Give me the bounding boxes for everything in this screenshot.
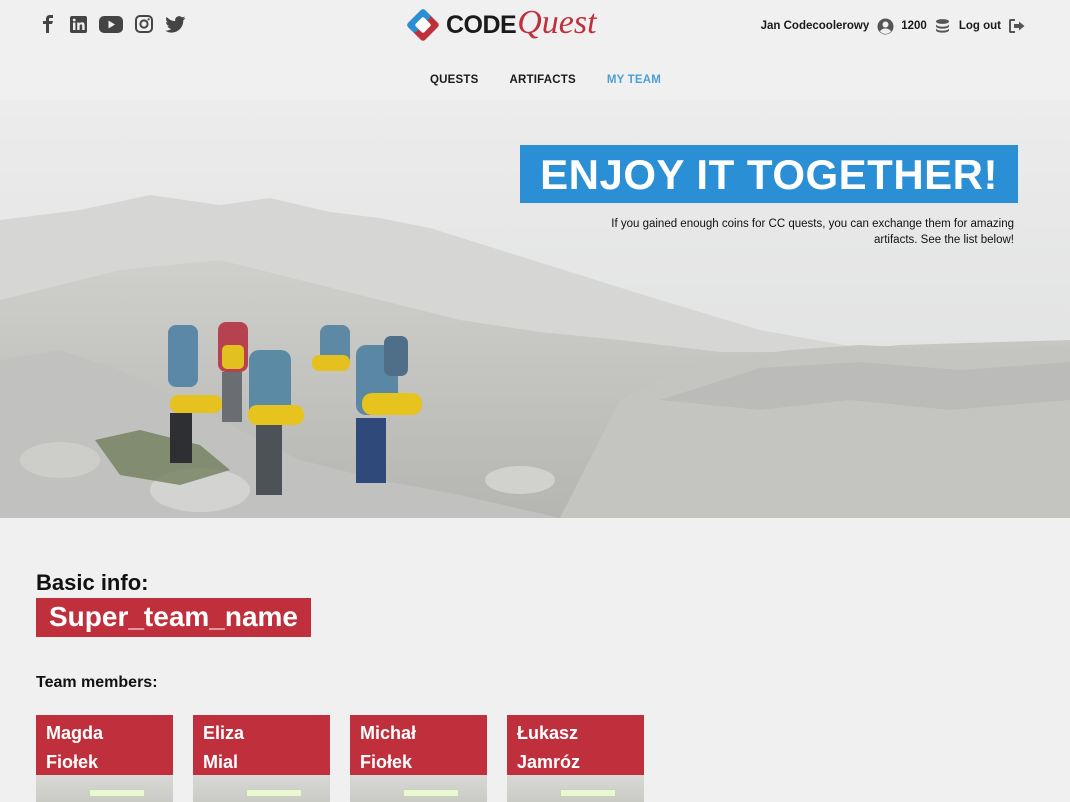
member-card[interactable]: Magda Fiołek (36, 715, 173, 802)
member-first-name: Łukasz (517, 723, 579, 743)
member-first-name: Michał (360, 723, 417, 743)
logout-link[interactable]: Log out (959, 20, 1001, 32)
nav-my-team[interactable]: MY TEAM (607, 74, 661, 86)
team-name-badge: Super_team_name (36, 598, 312, 637)
site-header: CODE Quest Jan Codecoolerowy 1200 Log ou… (0, 0, 1070, 100)
user-icon (876, 17, 894, 35)
nav-artifacts[interactable]: ARTIFACTS (510, 74, 576, 86)
team-members-heading: Team members: (36, 674, 158, 691)
linkedin-icon[interactable] (68, 14, 88, 34)
main-nav: QUESTS ARTIFACTS MY TEAM (430, 74, 661, 86)
member-last-name: Jamróz (517, 752, 581, 772)
logo-code-text: CODE (446, 10, 517, 39)
user-name[interactable]: Jan Codecoolerowy (761, 20, 870, 32)
member-name: Łukasz Jamróz (517, 719, 580, 777)
member-card[interactable]: Eliza Mial (193, 715, 330, 802)
team-members-list: Magda Fiołek Eliza Mial Michał Fiołek Łu… (36, 715, 644, 802)
member-first-name: Eliza (203, 723, 245, 743)
member-name: Magda Fiołek (46, 719, 103, 777)
hero-title: ENJOY IT TOGETHER! (520, 145, 1018, 203)
user-panel: Jan Codecoolerowy 1200 Log out (761, 17, 1026, 35)
logo-quest-text: Quest (517, 4, 597, 41)
youtube-icon[interactable] (98, 14, 124, 34)
coin-count: 1200 (901, 20, 927, 32)
member-photo-light (403, 789, 459, 797)
member-photo-light (246, 789, 302, 797)
member-last-name: Mial (203, 752, 239, 772)
member-name: Michał Fiołek (360, 719, 416, 777)
codequest-logo[interactable]: CODE Quest (406, 4, 597, 42)
member-card[interactable]: Michał Fiołek (350, 715, 487, 802)
hero-subtitle: If you gained enough coins for CC quests… (611, 218, 1014, 246)
hero-banner: ENJOY IT TOGETHER! If you gained enough … (0, 100, 1070, 518)
basic-info-heading: Basic info: (36, 570, 149, 595)
member-card[interactable]: Łukasz Jamróz (507, 715, 644, 802)
nav-quests[interactable]: QUESTS (430, 74, 479, 86)
member-photo-light (560, 789, 616, 797)
logout-icon[interactable] (1008, 17, 1026, 35)
member-name: Eliza Mial (203, 719, 244, 777)
coins-icon (934, 17, 952, 35)
member-last-name: Fiołek (360, 752, 413, 772)
twitter-icon[interactable] (164, 14, 186, 34)
logo-mark-icon (407, 9, 439, 41)
instagram-icon[interactable] (134, 14, 154, 34)
member-photo-light (89, 789, 145, 797)
member-last-name: Fiołek (46, 752, 99, 772)
social-links (38, 14, 186, 34)
member-first-name: Magda (46, 723, 104, 743)
facebook-icon[interactable] (38, 14, 58, 34)
